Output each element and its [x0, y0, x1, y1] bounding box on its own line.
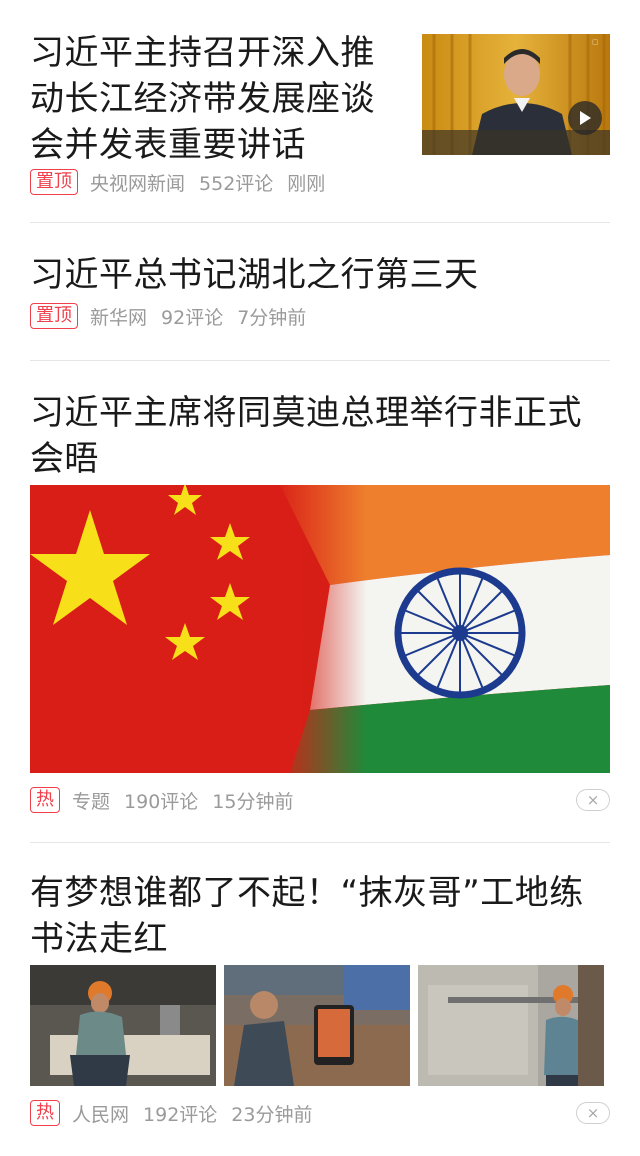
article-time: 23分钟前 [231, 1103, 313, 1126]
article-image-1[interactable] [30, 965, 216, 1086]
article-time: 刚刚 [287, 172, 326, 195]
article-source: 央视网新闻 [90, 172, 186, 195]
divider [30, 842, 610, 843]
article-title[interactable]: 习近平总书记湖北之行第三天 [30, 252, 610, 298]
svg-text:▢: ▢ [592, 38, 599, 46]
article-meta: 置顶 央视网新闻 552评论 刚刚 [30, 167, 339, 197]
article-image-2[interactable] [224, 965, 410, 1086]
article-source: 专题 [72, 790, 111, 813]
article-time: 15分钟前 [212, 790, 294, 813]
play-icon[interactable] [568, 101, 602, 135]
article-comments: 92评论 [161, 306, 224, 329]
close-icon: × [586, 791, 600, 809]
article-comments: 552评论 [199, 172, 274, 195]
article-source: 人民网 [72, 1103, 130, 1126]
article-title[interactable]: 有梦想谁都了不起！“抹灰哥”工地练书法走红 [30, 870, 610, 962]
divider [30, 360, 610, 361]
dismiss-button[interactable]: × [576, 1102, 610, 1124]
pinned-badge: 置顶 [30, 303, 78, 329]
article-meta: 热 专题 190评论 15分钟前 [30, 785, 307, 815]
article-video-thumbnail[interactable]: ▢ [422, 34, 610, 155]
hot-badge: 热 [30, 1100, 60, 1126]
article-meta: 置顶 新华网 92评论 7分钟前 [30, 301, 320, 331]
article-time: 7分钟前 [237, 306, 307, 329]
pinned-badge: 置顶 [30, 169, 78, 195]
article-image-3[interactable] [418, 965, 604, 1086]
article-source: 新华网 [90, 306, 148, 329]
article-comments: 190评论 [124, 790, 199, 813]
divider [30, 222, 610, 223]
article-comments: 192评论 [143, 1103, 218, 1126]
article-title[interactable]: 习近平主持召开深入推动长江经济带发展座谈会并发表重要讲话 [30, 30, 390, 168]
article-meta: 热 人民网 192评论 23分钟前 [30, 1098, 326, 1128]
hot-badge: 热 [30, 787, 60, 813]
dismiss-button[interactable]: × [576, 789, 610, 811]
article-image-flags[interactable] [30, 485, 610, 773]
close-icon: × [586, 1104, 600, 1122]
article-title[interactable]: 习近平主席将同莫迪总理举行非正式会晤 [30, 390, 610, 482]
